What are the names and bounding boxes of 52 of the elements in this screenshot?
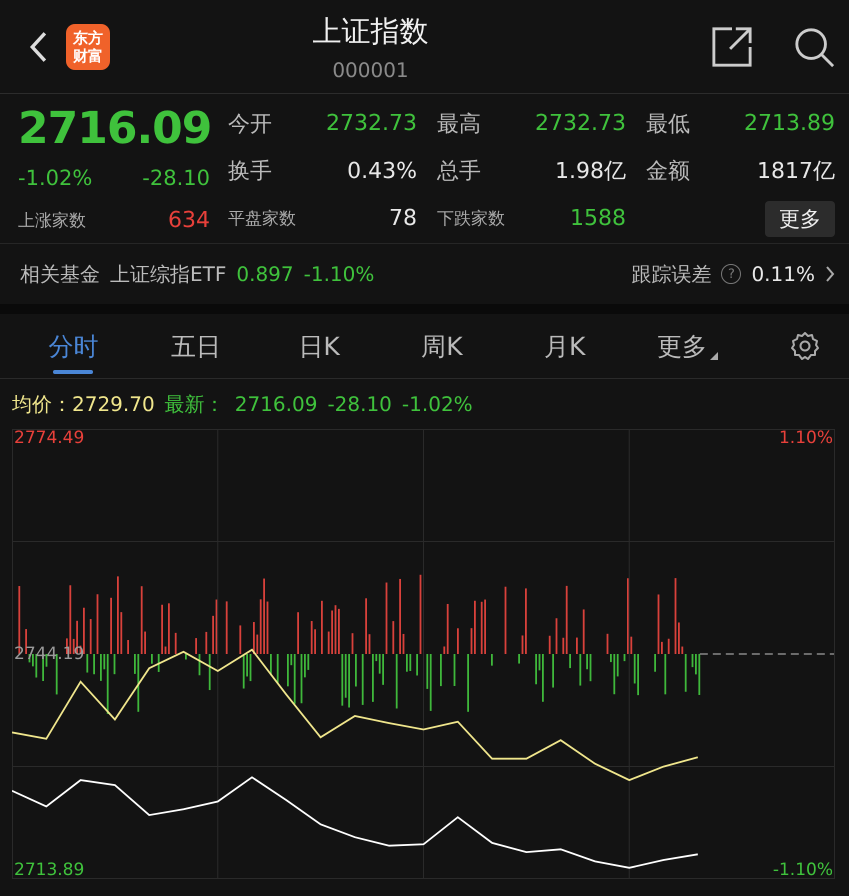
fund-change: -1.10% [304, 262, 374, 286]
latest-change-percent: -1.02% [402, 392, 473, 416]
stat-label: 平盘家数 [228, 208, 296, 230]
index-code: 000001 [332, 58, 409, 82]
tracking-value: 0.11% [751, 262, 815, 286]
stat-value: 1817亿 [757, 158, 835, 186]
stat-label: 下跌家数 [437, 208, 505, 230]
back-icon[interactable] [28, 30, 48, 62]
axis-label: -1.10% [772, 859, 833, 881]
stat-value: 2713.89 [744, 111, 835, 136]
last-price: 2716.09 [18, 104, 212, 154]
axis-label: 2774.49 [14, 426, 84, 449]
stat-value: 634 [168, 208, 210, 232]
tracking-label: 跟踪误差 [631, 260, 712, 288]
axis-label: 1.10% [778, 427, 833, 449]
fund-name[interactable]: 上证综指ETF [110, 260, 226, 288]
stat-label: 上涨家数 [18, 210, 86, 232]
more-button[interactable]: 更多 [765, 200, 835, 237]
chart-tab[interactable]: 更多 [626, 314, 749, 378]
stat-value: 2732.73 [326, 111, 417, 136]
stat-label: 最低 [646, 110, 690, 138]
stat-value: 1.98亿 [555, 158, 626, 186]
change-percent: -1.02% [18, 166, 92, 190]
fund-label: 相关基金 [20, 260, 100, 288]
fund-price: 0.897 [236, 262, 294, 286]
stat-label: 今开 [228, 110, 272, 138]
change-value: -28.10 [142, 166, 210, 190]
stat-value: 1588 [570, 206, 626, 232]
chart-tab[interactable]: 日K [258, 314, 380, 378]
stat-label: 最高 [437, 110, 481, 138]
stat-label: 金额 [646, 158, 690, 186]
search-icon[interactable] [793, 26, 835, 68]
chart-tab[interactable]: 周K [380, 314, 504, 378]
chevron-icon[interactable] [825, 265, 835, 283]
latest-label: 最新： [164, 390, 225, 418]
stat-label: 总手 [437, 158, 481, 186]
stat-value: 78 [389, 206, 417, 232]
index-title: 上证指数 [312, 12, 428, 50]
axis-label: 2713.89 [14, 859, 84, 882]
help-icon[interactable]: ? [721, 264, 742, 284]
chart-tab[interactable]: 五日 [134, 314, 258, 378]
stat-value: 0.43% [347, 158, 417, 184]
settings-icon[interactable] [788, 330, 821, 362]
latest-price: 2716.09 [234, 392, 318, 416]
app-logo: 东方 财富 [66, 24, 110, 70]
chart-tab[interactable]: 分时 [12, 314, 135, 378]
average-price: 均价：2729.70 [12, 390, 155, 418]
share-icon[interactable] [711, 26, 753, 68]
stat-label: 换手 [228, 158, 272, 186]
stat-value: 2732.73 [535, 111, 626, 136]
latest-change: -28.10 [327, 392, 392, 416]
chart-tab[interactable]: 月K [503, 314, 626, 378]
